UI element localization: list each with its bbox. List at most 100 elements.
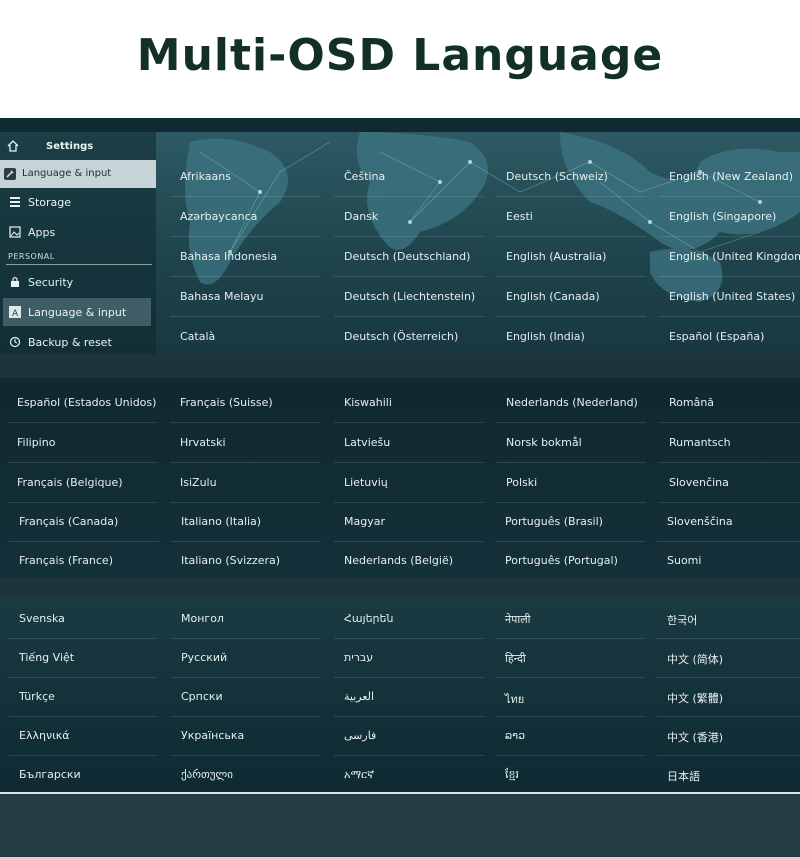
language-item[interactable]: हिन्दी [495, 639, 645, 678]
language-item[interactable]: Українська [171, 717, 321, 756]
settings-sidebar: Settings Language & input Storage Apps P… [0, 132, 156, 354]
language-item[interactable]: العربية [334, 678, 484, 717]
language-item[interactable]: English (Canada) [496, 278, 646, 317]
sidebar-item-language-input[interactable]: A Language & input [3, 298, 151, 326]
language-item[interactable]: Deutsch (Schweiz) [496, 158, 646, 197]
wrench-icon [4, 168, 16, 180]
language-item[interactable]: Afrikaans [170, 158, 320, 197]
language-item[interactable]: Nederlands (België) [334, 542, 484, 578]
language-panel-1: Settings Language & input Storage Apps P… [0, 132, 800, 354]
language-item[interactable]: Português (Portugal) [495, 542, 645, 578]
sidebar-item-language-input-top[interactable]: Language & input [0, 160, 156, 188]
language-item[interactable]: 中文 (香港) [657, 717, 800, 756]
language-item[interactable]: IsiZulu [170, 464, 320, 503]
language-item[interactable]: English (Australia) [496, 238, 646, 277]
language-item[interactable]: Italiano (Svizzera) [171, 542, 321, 578]
language-item[interactable]: Bahasa Indonesia [170, 238, 320, 277]
language-item[interactable]: 한국어 [657, 600, 800, 639]
language-item[interactable]: Čeština [334, 158, 484, 197]
settings-title: Settings [46, 141, 94, 152]
language-item[interactable]: ქართული [171, 756, 321, 792]
language-item[interactable]: Català [170, 318, 320, 354]
language-item[interactable]: Português (Brasil) [495, 503, 645, 542]
language-item[interactable]: English (India) [496, 318, 646, 354]
language-item[interactable]: فارسی [334, 717, 484, 756]
language-item[interactable]: Lietuvių [334, 464, 484, 503]
lock-icon [11, 276, 19, 287]
language-item[interactable]: ខ្មែរ [495, 756, 645, 792]
banner: Multi-OSD Language [0, 0, 800, 118]
language-item[interactable]: ไทย [495, 678, 645, 717]
sidebar-item-storage[interactable]: Storage [0, 188, 156, 216]
panel-gap [0, 354, 800, 378]
language-icon: A [9, 306, 21, 318]
language-item[interactable]: Latviešu [334, 424, 484, 463]
language-item[interactable]: Français (France) [9, 542, 159, 578]
sidebar-item-label: Storage [28, 196, 72, 209]
apps-icon [9, 226, 21, 238]
language-item[interactable]: Italiano (Italia) [171, 503, 321, 542]
language-item[interactable]: Nederlands (Nederland) [496, 384, 646, 423]
home-icon[interactable] [6, 139, 20, 153]
language-item[interactable]: Հայերեն [334, 600, 484, 639]
language-item[interactable]: Deutsch (Liechtenstein) [334, 278, 484, 317]
sidebar-item-apps[interactable]: Apps [0, 218, 156, 246]
language-item[interactable]: Rumantsch [659, 424, 800, 463]
settings-header: Settings [0, 132, 156, 160]
language-item[interactable]: Azərbaycanca [170, 198, 320, 237]
language-item[interactable]: Hrvatski [170, 424, 320, 463]
language-item[interactable]: Polski [496, 464, 646, 503]
language-item[interactable]: English (Singapore) [659, 198, 800, 237]
language-item[interactable]: ລາວ [495, 717, 645, 756]
language-item[interactable]: English (United Kingdom) [659, 238, 800, 277]
panel-gap [0, 578, 800, 596]
language-item[interactable]: Español (España) [659, 318, 800, 354]
language-item[interactable]: Română [659, 384, 800, 423]
language-item[interactable]: עברית [334, 639, 484, 678]
language-item[interactable]: Türkçe [9, 678, 157, 717]
language-item[interactable]: Magyar [334, 503, 484, 542]
screen-bottom-bezel [0, 794, 800, 857]
language-item[interactable]: Slovenčina [659, 464, 800, 503]
sidebar-item-label: Apps [28, 226, 56, 239]
language-item[interactable]: Dansk [334, 198, 484, 237]
language-item[interactable]: Монгол [171, 600, 321, 639]
language-item[interactable]: Filipino [7, 424, 157, 463]
language-item[interactable]: Русский [171, 639, 321, 678]
section-divider [6, 264, 152, 265]
language-item[interactable]: 中文 (简体) [657, 639, 800, 678]
sidebar-item-backup-reset[interactable]: Backup & reset [0, 328, 156, 354]
language-item[interactable]: Српски [171, 678, 321, 717]
language-item[interactable]: नेपाली [495, 600, 645, 639]
language-item[interactable]: Suomi [657, 542, 800, 578]
language-item[interactable]: Français (Suisse) [170, 384, 320, 423]
language-item[interactable]: 中文 (繁體) [657, 678, 800, 717]
language-item[interactable]: Svenska [9, 600, 157, 639]
language-panel-3: Svenska Tiếng Việt Türkçe Ελληνικά Бълга… [0, 596, 800, 794]
sidebar-item-label: Backup & reset [28, 336, 112, 349]
svg-text:A: A [12, 309, 19, 318]
language-item[interactable]: English (New Zealand) [659, 158, 800, 197]
banner-title: Multi-OSD Language [136, 30, 664, 81]
language-item[interactable]: Bahasa Melayu [170, 278, 320, 317]
language-item[interactable]: Български [9, 756, 157, 792]
language-item[interactable]: Español (Estados Unidos) [7, 384, 157, 423]
language-panel-2: Español (Estados Unidos) Filipino França… [0, 378, 800, 578]
sidebar-item-label: Security [28, 276, 74, 289]
language-item[interactable]: Kiswahili [334, 384, 484, 423]
storage-icon [10, 197, 20, 207]
language-item[interactable]: Slovenščina [657, 503, 800, 542]
tablet-screen: Settings Language & input Storage Apps P… [0, 118, 800, 857]
language-item[interactable]: አማርኛ [334, 756, 484, 792]
language-item[interactable]: English (United States) [659, 278, 800, 317]
language-item[interactable]: Français (Canada) [9, 503, 159, 542]
language-item[interactable]: Eesti [496, 198, 646, 237]
language-item[interactable]: Norsk bokmål [496, 424, 646, 463]
language-item[interactable]: Tiếng Việt [9, 639, 157, 678]
language-item[interactable]: Deutsch (Österreich) [334, 318, 484, 354]
language-item[interactable]: Français (Belgique) [7, 464, 157, 503]
language-item[interactable]: Ελληνικά [9, 717, 157, 756]
language-item[interactable]: 日本語 [657, 756, 800, 792]
sidebar-item-security[interactable]: Security [0, 268, 156, 296]
language-item[interactable]: Deutsch (Deutschland) [334, 238, 484, 277]
